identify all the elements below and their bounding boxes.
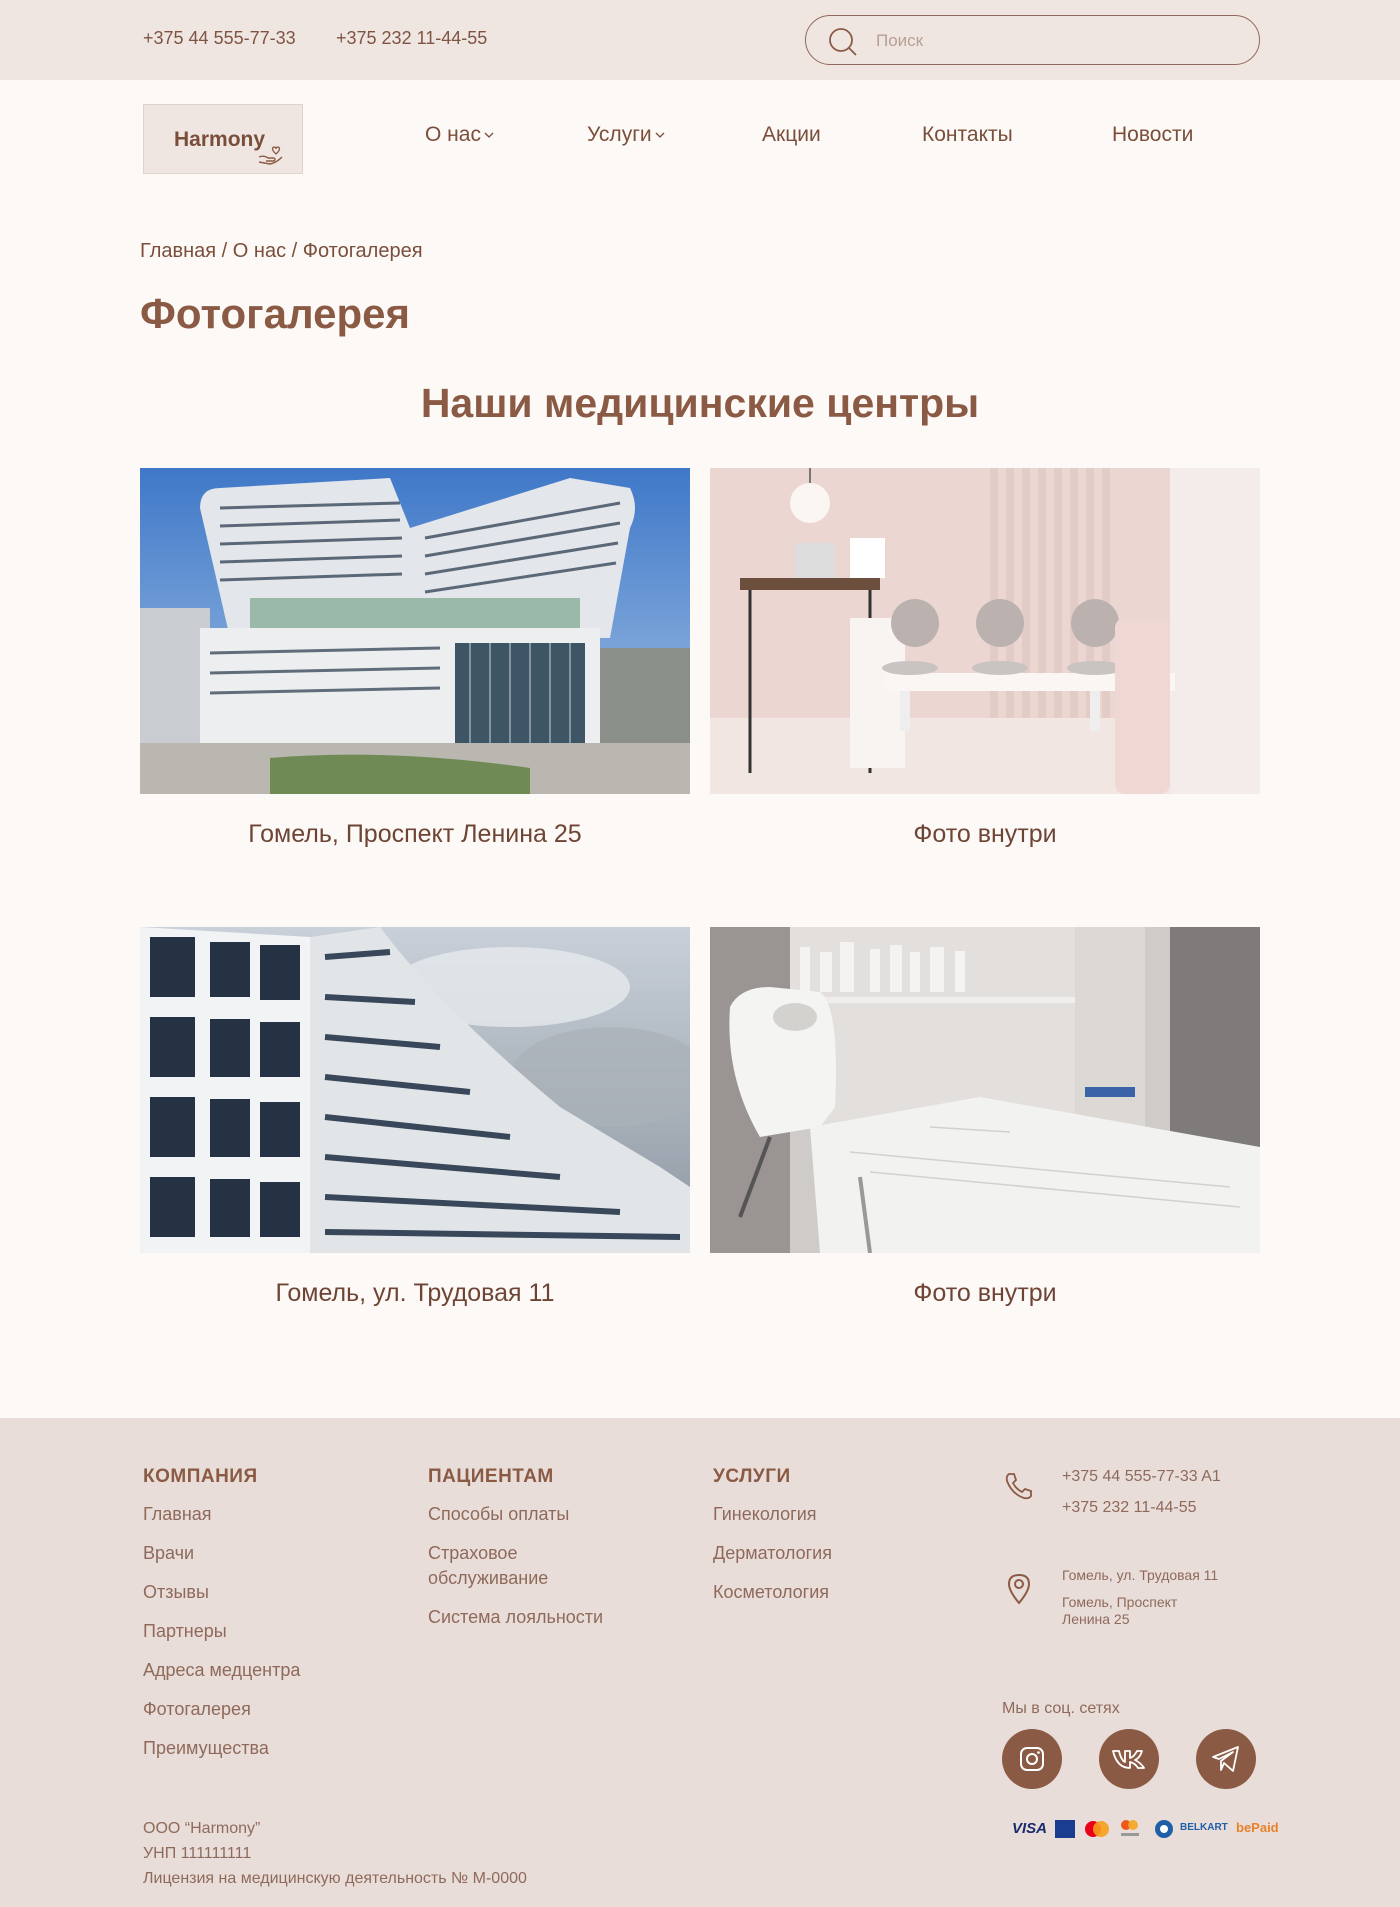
- nav-news[interactable]: Новости: [1112, 123, 1193, 147]
- vk-icon: [1112, 1750, 1145, 1769]
- footer-link-loyalty[interactable]: Система лояльности: [428, 1605, 608, 1630]
- visa-logo: VISA: [1012, 1820, 1048, 1837]
- gallery-photo-building-1[interactable]: [140, 468, 690, 794]
- footer-link-reviews[interactable]: Отзывы: [143, 1580, 300, 1605]
- belkart-logo: BELKART: [1180, 1822, 1228, 1833]
- logo[interactable]: Harmony: [143, 104, 303, 174]
- footer-link-doctors[interactable]: Врачи: [143, 1541, 300, 1566]
- footer-services-heading: УСЛУГИ: [713, 1466, 791, 1487]
- nav-about-label: О нас: [425, 123, 481, 146]
- footer-link-advantages[interactable]: Преимущества: [143, 1736, 300, 1761]
- footer-company-heading: КОМПАНИЯ: [143, 1466, 258, 1487]
- gallery-caption-2: Фото внутри: [913, 820, 1057, 848]
- footer-link-payment[interactable]: Способы оплаты: [428, 1502, 608, 1527]
- top-phone-1[interactable]: +375 44 555-77-33: [143, 28, 296, 49]
- nav-contacts-label: Контакты: [922, 123, 1013, 146]
- nav-promotions-label: Акции: [762, 123, 821, 146]
- gallery-caption-4: Фото внутри: [913, 1279, 1057, 1307]
- section-title: Наши медицинские центры: [420, 380, 980, 426]
- chevron-down-icon: [484, 132, 494, 138]
- nav-services-label: Услуги: [587, 123, 652, 146]
- footer-link-home[interactable]: Главная: [143, 1502, 300, 1527]
- footer-phone-2[interactable]: +375 232 11-44-55: [1062, 1499, 1196, 1517]
- gallery-photo-building-2[interactable]: [140, 927, 690, 1253]
- gallery-caption-1: Гомель, Проспект Ленина 25: [248, 820, 582, 848]
- footer-address-1: Гомель, ул. Трудовая 11: [1062, 1567, 1219, 1583]
- idcheck-icon: [1121, 1820, 1139, 1836]
- footer-link-gallery[interactable]: Фотогалерея: [143, 1697, 300, 1722]
- nav-promotions[interactable]: Акции: [762, 123, 821, 147]
- footer-link-gynecology[interactable]: Гинекология: [713, 1502, 832, 1527]
- nav-contacts[interactable]: Контакты: [922, 123, 1013, 147]
- legal-unp: УНП 111111111: [143, 1845, 252, 1862]
- search-box[interactable]: Поиск: [805, 15, 1260, 65]
- instagram-icon: [1020, 1747, 1044, 1771]
- search-input[interactable]: Поиск: [876, 31, 923, 51]
- bepaid-logo: bePaid: [1236, 1820, 1279, 1835]
- telegram-button[interactable]: [1196, 1729, 1256, 1789]
- gallery-photo-treatment-room[interactable]: [710, 927, 1260, 1253]
- chevron-down-icon: [655, 132, 665, 138]
- footer-link-dermatology[interactable]: Дерматология: [713, 1541, 832, 1566]
- nav-about[interactable]: О нас: [425, 123, 495, 147]
- location-pin-icon: [1007, 1573, 1031, 1605]
- mastercard-icon: [1085, 1821, 1109, 1837]
- logo-text: Harmony: [174, 128, 266, 151]
- footer-link-cosmetology[interactable]: Косметология: [713, 1580, 832, 1605]
- visa-card-icon: [1055, 1820, 1075, 1838]
- hand-heart-icon: [258, 146, 283, 165]
- telegram-icon: [1212, 1746, 1239, 1772]
- vk-button[interactable]: [1099, 1729, 1159, 1789]
- belkart-emblem-icon: [1155, 1820, 1173, 1838]
- instagram-button[interactable]: [1002, 1729, 1062, 1789]
- breadcrumb[interactable]: Главная / О нас / Фотогалерея: [140, 240, 423, 263]
- footer-phone-1[interactable]: +375 44 555-77-33 A1: [1062, 1468, 1221, 1486]
- nav-news-label: Новости: [1112, 123, 1194, 146]
- legal-company: ООО “Harmony”: [143, 1820, 261, 1837]
- footer-link-addresses[interactable]: Адреса медцентра: [143, 1658, 300, 1683]
- footer-link-partners[interactable]: Партнеры: [143, 1619, 300, 1644]
- top-phone-2[interactable]: +375 232 11-44-55: [336, 28, 487, 49]
- search-icon: [829, 28, 857, 56]
- phone-icon: [1005, 1473, 1032, 1500]
- footer-services-column: УСЛУГИ Гинекология Дерматология Косметол…: [713, 1466, 832, 1619]
- footer-company-column: КОМПАНИЯ Главная Врачи Отзывы Партнеры А…: [143, 1466, 300, 1775]
- nav-services[interactable]: Услуги: [587, 123, 666, 147]
- footer-link-insurance[interactable]: Страховое обслуживание: [428, 1541, 608, 1591]
- gallery-caption-3: Гомель, ул. Трудовая 11: [275, 1279, 555, 1307]
- social-title: Мы в соц. сетях: [1002, 1700, 1120, 1717]
- footer-address-2: Гомель, Проспект Ленина 25: [1062, 1594, 1178, 1627]
- page-title: Фотогалерея: [140, 290, 410, 337]
- gallery-photo-interior-1[interactable]: [710, 468, 1260, 794]
- legal-license: Лицензия на медицинскую деятельность № М…: [143, 1870, 527, 1887]
- footer-patients-column: ПАЦИЕНТАМ Способы оплаты Страховое обслу…: [428, 1466, 608, 1644]
- footer-patients-heading: ПАЦИЕНТАМ: [428, 1466, 554, 1487]
